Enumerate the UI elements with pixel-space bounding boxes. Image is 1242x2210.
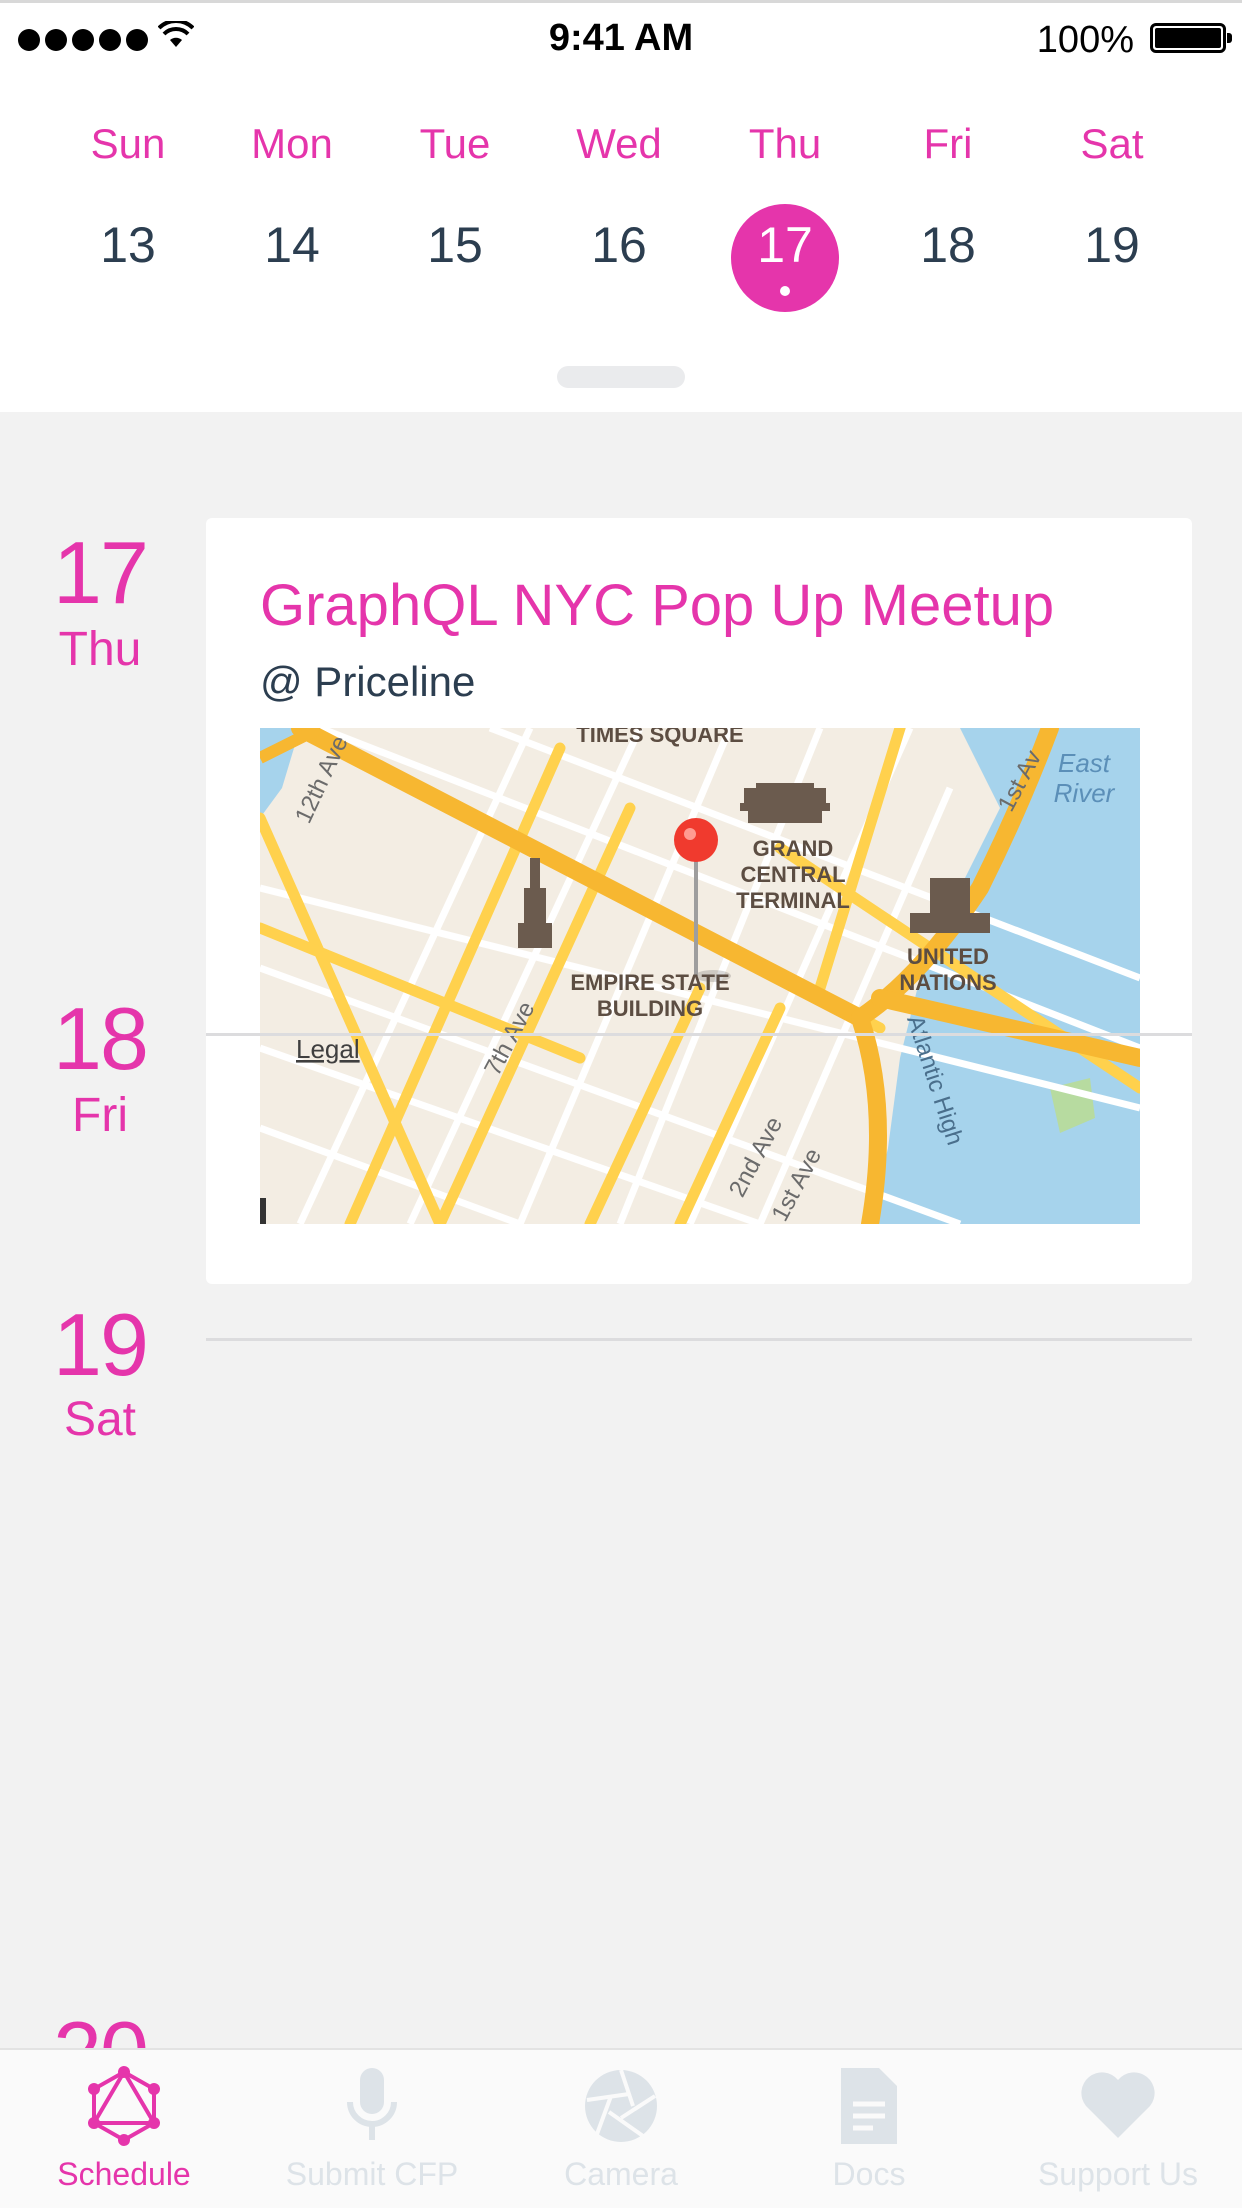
battery-icon <box>1150 23 1232 53</box>
battery-percent: 100% <box>1036 19 1134 61</box>
tab-label: Submit CFP <box>285 2156 459 2192</box>
tab-docs[interactable]: Docs <box>745 2050 993 2210</box>
day-name: Thu <box>748 120 822 167</box>
tab-support-us[interactable]: Support Us <box>994 2050 1242 2210</box>
map-label: River <box>1054 778 1116 808</box>
map-label: CENTRAL <box>740 862 845 887</box>
day-name: Wed <box>576 120 662 167</box>
event-indicator-dot <box>780 286 790 296</box>
date-weekday: Thu <box>58 623 142 676</box>
schedule-list[interactable]: 17 Thu GraphQL NYC Pop Up Meetup @ Price… <box>0 412 1242 2048</box>
day-number: 17 <box>757 217 813 273</box>
date-number: 20 <box>0 2002 200 2048</box>
date-number: 17 <box>53 523 149 622</box>
week-strip: Sun 13 Mon 14 Tue 15 Wed 16 Thu 17 Fri 1… <box>0 72 1242 412</box>
day-number: 14 <box>264 217 320 273</box>
day-name: Mon <box>251 120 333 167</box>
map-label: TERMINAL <box>736 888 850 913</box>
tab-label: Support Us <box>1037 2156 1199 2192</box>
day-name: Fri <box>923 120 973 167</box>
tab-camera[interactable]: Camera <box>497 2050 745 2210</box>
event-card[interactable]: GraphQL NYC Pop Up Meetup @ Priceline TI… <box>206 518 1192 1284</box>
tab-submit-cfp[interactable]: Submit CFP <box>248 2050 496 2210</box>
tab-schedule[interactable]: Schedule <box>0 2050 248 2210</box>
event-map[interactable]: TIMES SQUARE GRAND CENTRAL TERMINAL EMPI… <box>260 728 1140 1224</box>
day-name: Sat <box>1080 120 1144 167</box>
map-legal-link[interactable]: Legal <box>296 1034 360 1064</box>
date-weekday: Sat <box>63 1393 137 1446</box>
day-number: 15 <box>427 217 483 273</box>
document-icon <box>841 2068 897 2144</box>
map-label: TIMES SQUARE <box>576 728 743 747</box>
map-label: UNITED <box>907 944 989 969</box>
graphql-logo-icon <box>88 2066 160 2146</box>
date-weekday: Fri <box>72 1089 128 1142</box>
date-number: 19 <box>53 1295 149 1394</box>
map-label: GRAND <box>753 836 834 861</box>
tab-label: Schedule <box>57 2156 191 2192</box>
empty-day-divider <box>206 1033 1192 1036</box>
map-label: EMPIRE STATE <box>570 970 729 995</box>
event-title: GraphQL NYC Pop Up Meetup <box>260 573 1055 638</box>
day-name: Sun <box>90 120 166 167</box>
event-location: @ Priceline <box>260 658 476 705</box>
heart-icon <box>1081 2072 1155 2138</box>
camera-aperture-icon <box>585 2069 657 2142</box>
day-number: 13 <box>100 217 156 273</box>
status-bar: 9:41 AM 100% <box>0 0 1242 72</box>
day-number: 19 <box>1084 217 1140 273</box>
tab-label: Docs <box>832 2156 906 2192</box>
day-number: 16 <box>591 217 647 273</box>
date-number: 18 <box>53 989 149 1088</box>
tab-label: Camera <box>564 2156 678 2192</box>
drag-handle[interactable] <box>557 366 685 388</box>
map-label: East <box>1058 748 1112 778</box>
map-label: NATIONS <box>899 970 996 995</box>
tab-bar: Schedule Submit CFP Camera Docs Support … <box>0 2048 1242 2208</box>
day-name: Tue <box>419 120 491 167</box>
empty-day-divider <box>206 1338 1192 1341</box>
map-label: BUILDING <box>597 996 703 1021</box>
microphone-icon <box>347 2068 397 2140</box>
day-number: 18 <box>920 217 976 273</box>
